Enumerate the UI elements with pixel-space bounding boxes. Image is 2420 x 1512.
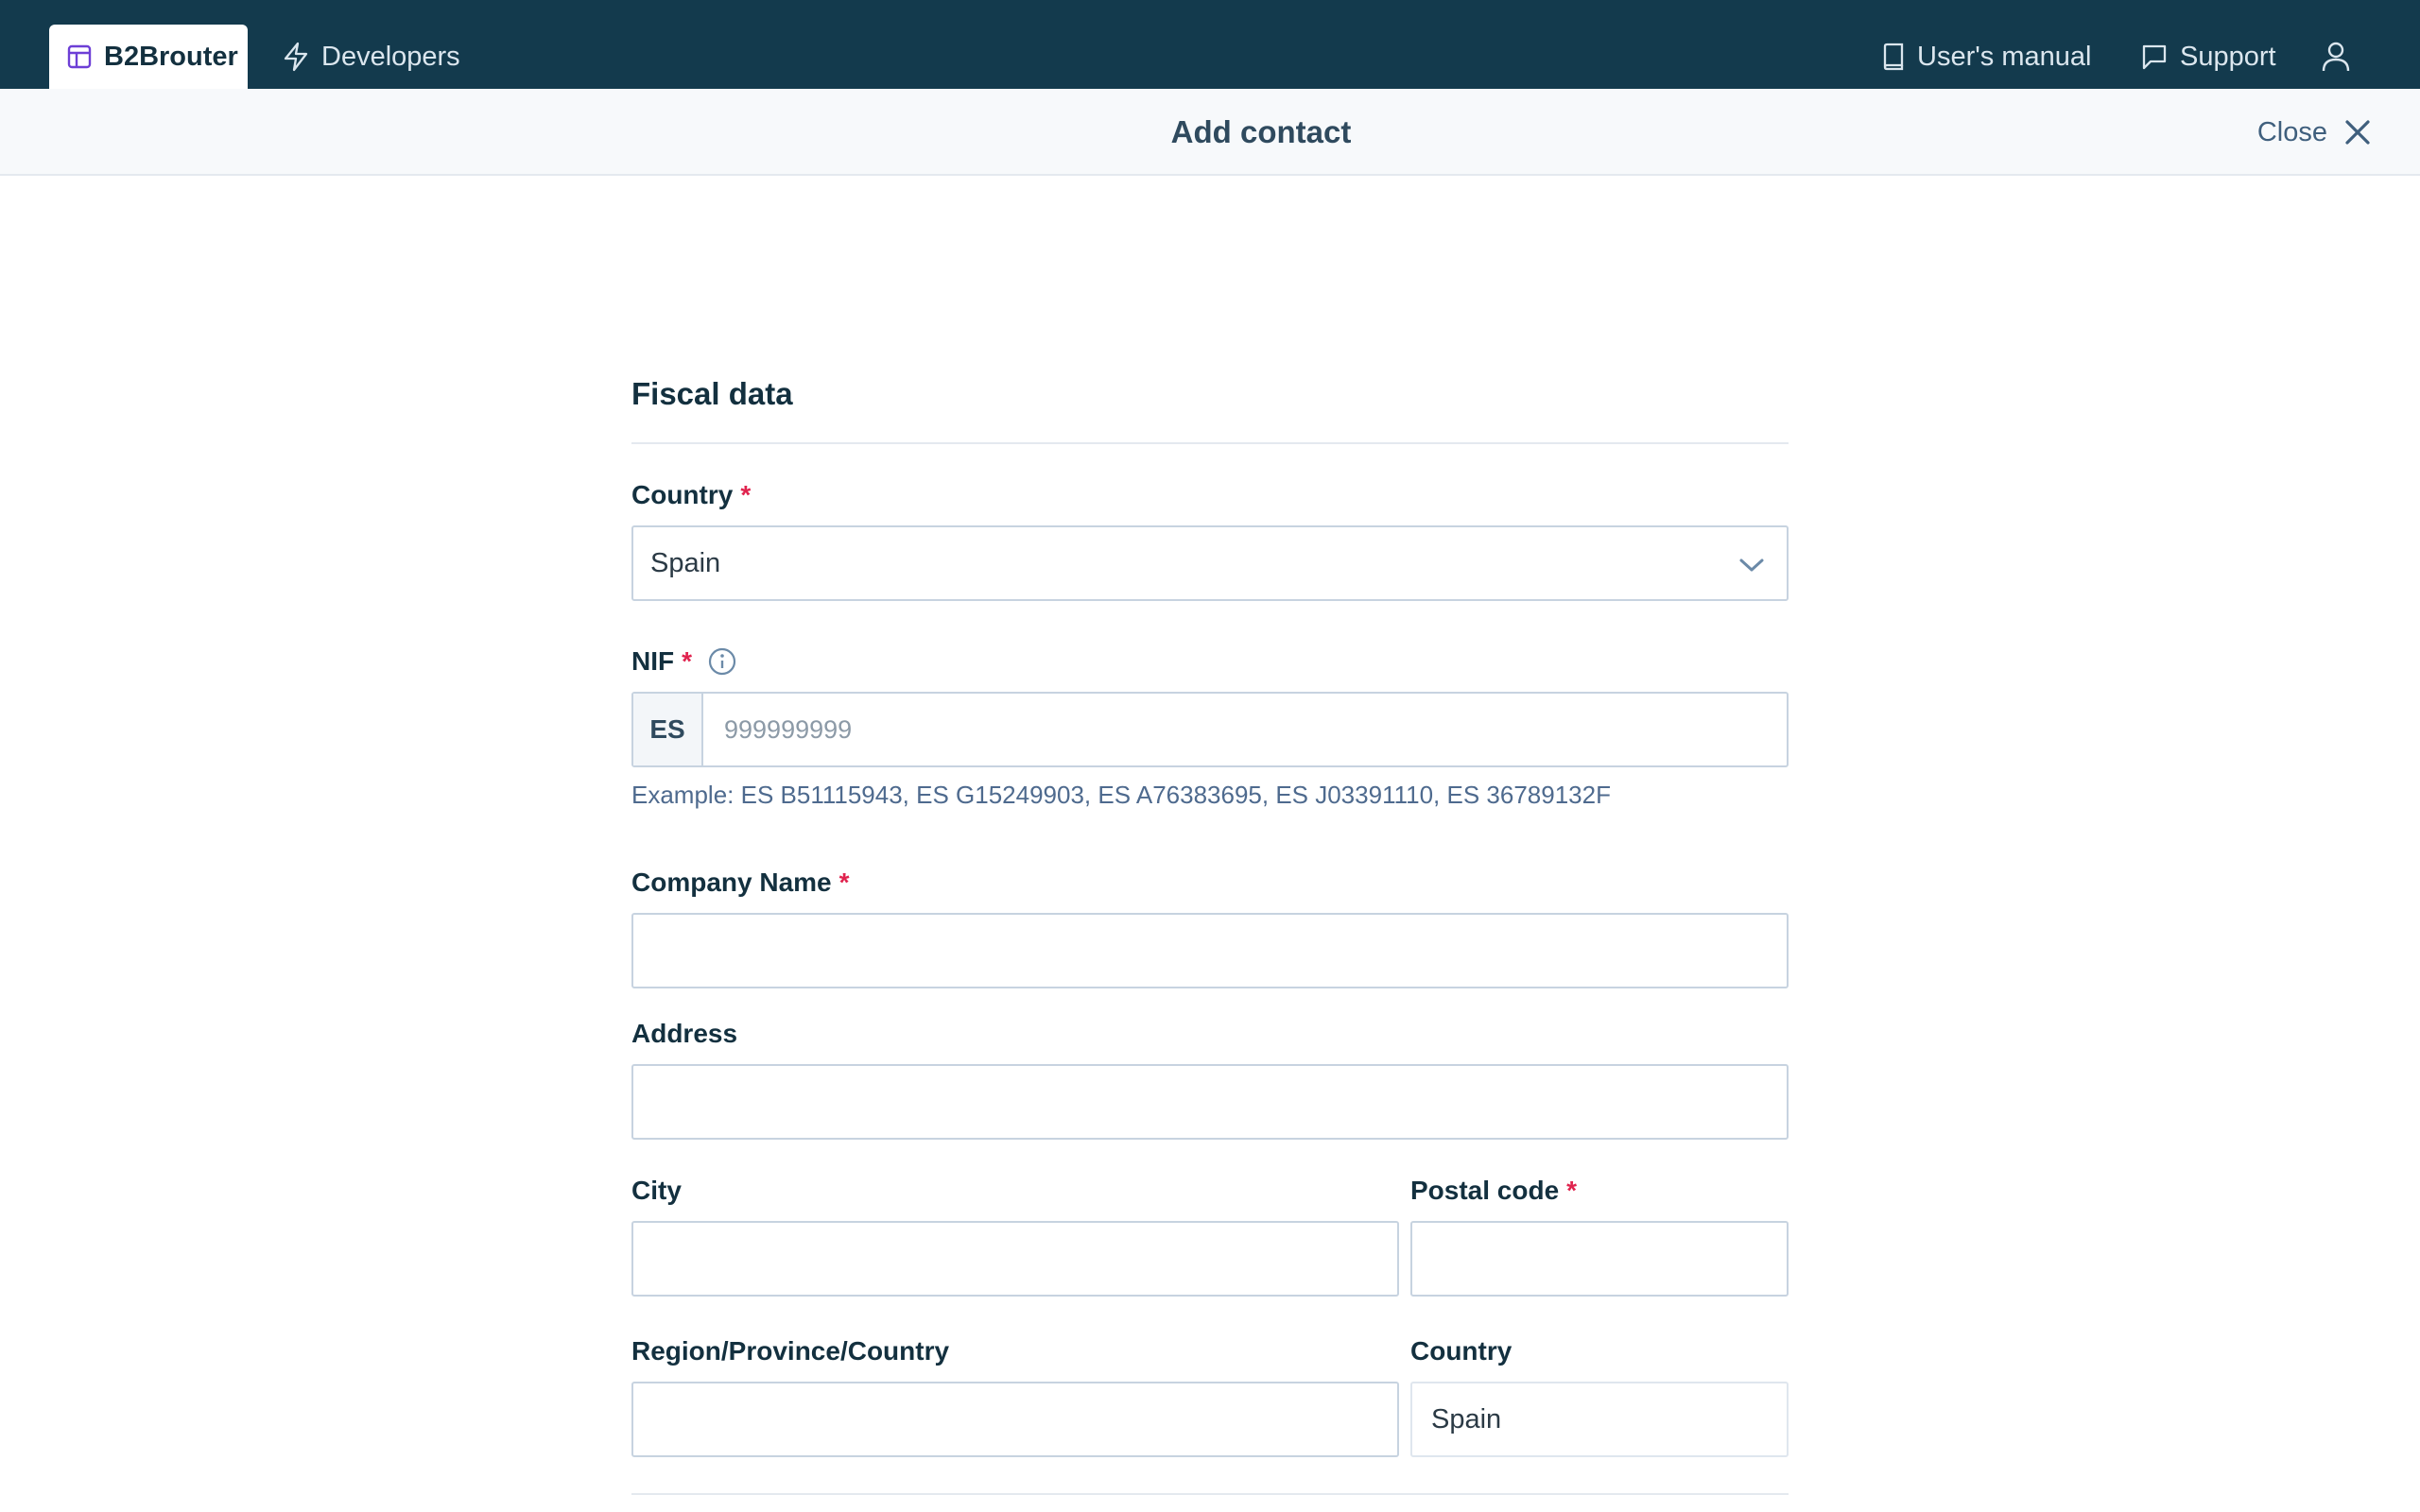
user-icon [2320, 40, 2352, 74]
tab-label: B2Brouter [104, 41, 238, 72]
close-button[interactable]: Close [2257, 89, 2373, 176]
address-label-text: Address [631, 1019, 738, 1048]
postal-code-input[interactable] [1410, 1221, 1789, 1297]
required-marker: * [682, 646, 693, 676]
company-name-label-text: Company Name [631, 868, 832, 897]
users-manual-label: User's manual [1917, 41, 2092, 72]
section-divider [631, 442, 1789, 444]
section-divider [631, 1493, 1789, 1495]
layout-icon [66, 43, 93, 70]
address-input[interactable] [631, 1064, 1789, 1140]
nif-hint: Example: ES B51115943, ES G15249903, ES … [631, 781, 1611, 809]
nif-label: NIF * [631, 646, 737, 677]
tab-b2brouter[interactable]: B2Brouter [49, 25, 248, 89]
nif-placeholder: 999999999 [724, 714, 853, 744]
section-title: Fiscal data [631, 376, 793, 411]
region-label: Region/Province/Country [631, 1336, 949, 1366]
chevron-down-icon [1737, 552, 1766, 583]
tab-developers[interactable]: Developers [265, 25, 477, 89]
nif-input[interactable]: ES 999999999 [631, 692, 1789, 767]
required-marker: * [740, 480, 752, 509]
users-manual-link[interactable]: User's manual [1881, 25, 2091, 89]
region-label-text: Region/Province/Country [631, 1336, 950, 1366]
city-input[interactable] [631, 1221, 1399, 1297]
user-menu-button[interactable] [2320, 25, 2352, 89]
nif-prefix: ES [633, 694, 703, 765]
company-name-input[interactable] [631, 913, 1789, 988]
city-label: City [631, 1176, 682, 1206]
info-icon[interactable] [707, 646, 737, 677]
city-label-text: City [631, 1176, 682, 1205]
support-link[interactable]: Support [2140, 25, 2276, 89]
country-readonly-value: Spain [1431, 1403, 1502, 1435]
region-input[interactable] [631, 1382, 1399, 1457]
country-select-value: Spain [650, 547, 721, 578]
required-marker: * [838, 868, 850, 897]
country-label-text: Country [631, 480, 734, 509]
country-label: Country * [631, 480, 751, 510]
support-label: Support [2180, 41, 2276, 72]
page-title: Add contact [1170, 114, 1352, 149]
country-readonly-field: Spain [1410, 1382, 1789, 1457]
required-marker: * [1566, 1176, 1578, 1205]
address-label: Address [631, 1019, 737, 1049]
chat-bubble-icon [2140, 43, 2169, 71]
top-navigation-bar: B2Brouter Developers User's manual Suppo… [0, 0, 2420, 89]
postal-code-label: Postal code * [1410, 1176, 1577, 1206]
nif-label-text: NIF [631, 646, 675, 676]
close-label: Close [2256, 116, 2327, 147]
country-readonly-label-text: Country [1410, 1336, 1512, 1366]
postal-code-label-text: Postal code [1410, 1176, 1560, 1205]
country-select[interactable]: Spain [631, 525, 1789, 601]
tab-label: Developers [321, 41, 460, 72]
book-icon [1881, 43, 1906, 71]
lightning-icon [282, 42, 310, 72]
close-icon [2342, 117, 2373, 147]
page-header: Add contact Close [0, 89, 2420, 176]
company-name-label: Company Name * [631, 868, 850, 898]
country-readonly-label: Country [1410, 1336, 1512, 1366]
